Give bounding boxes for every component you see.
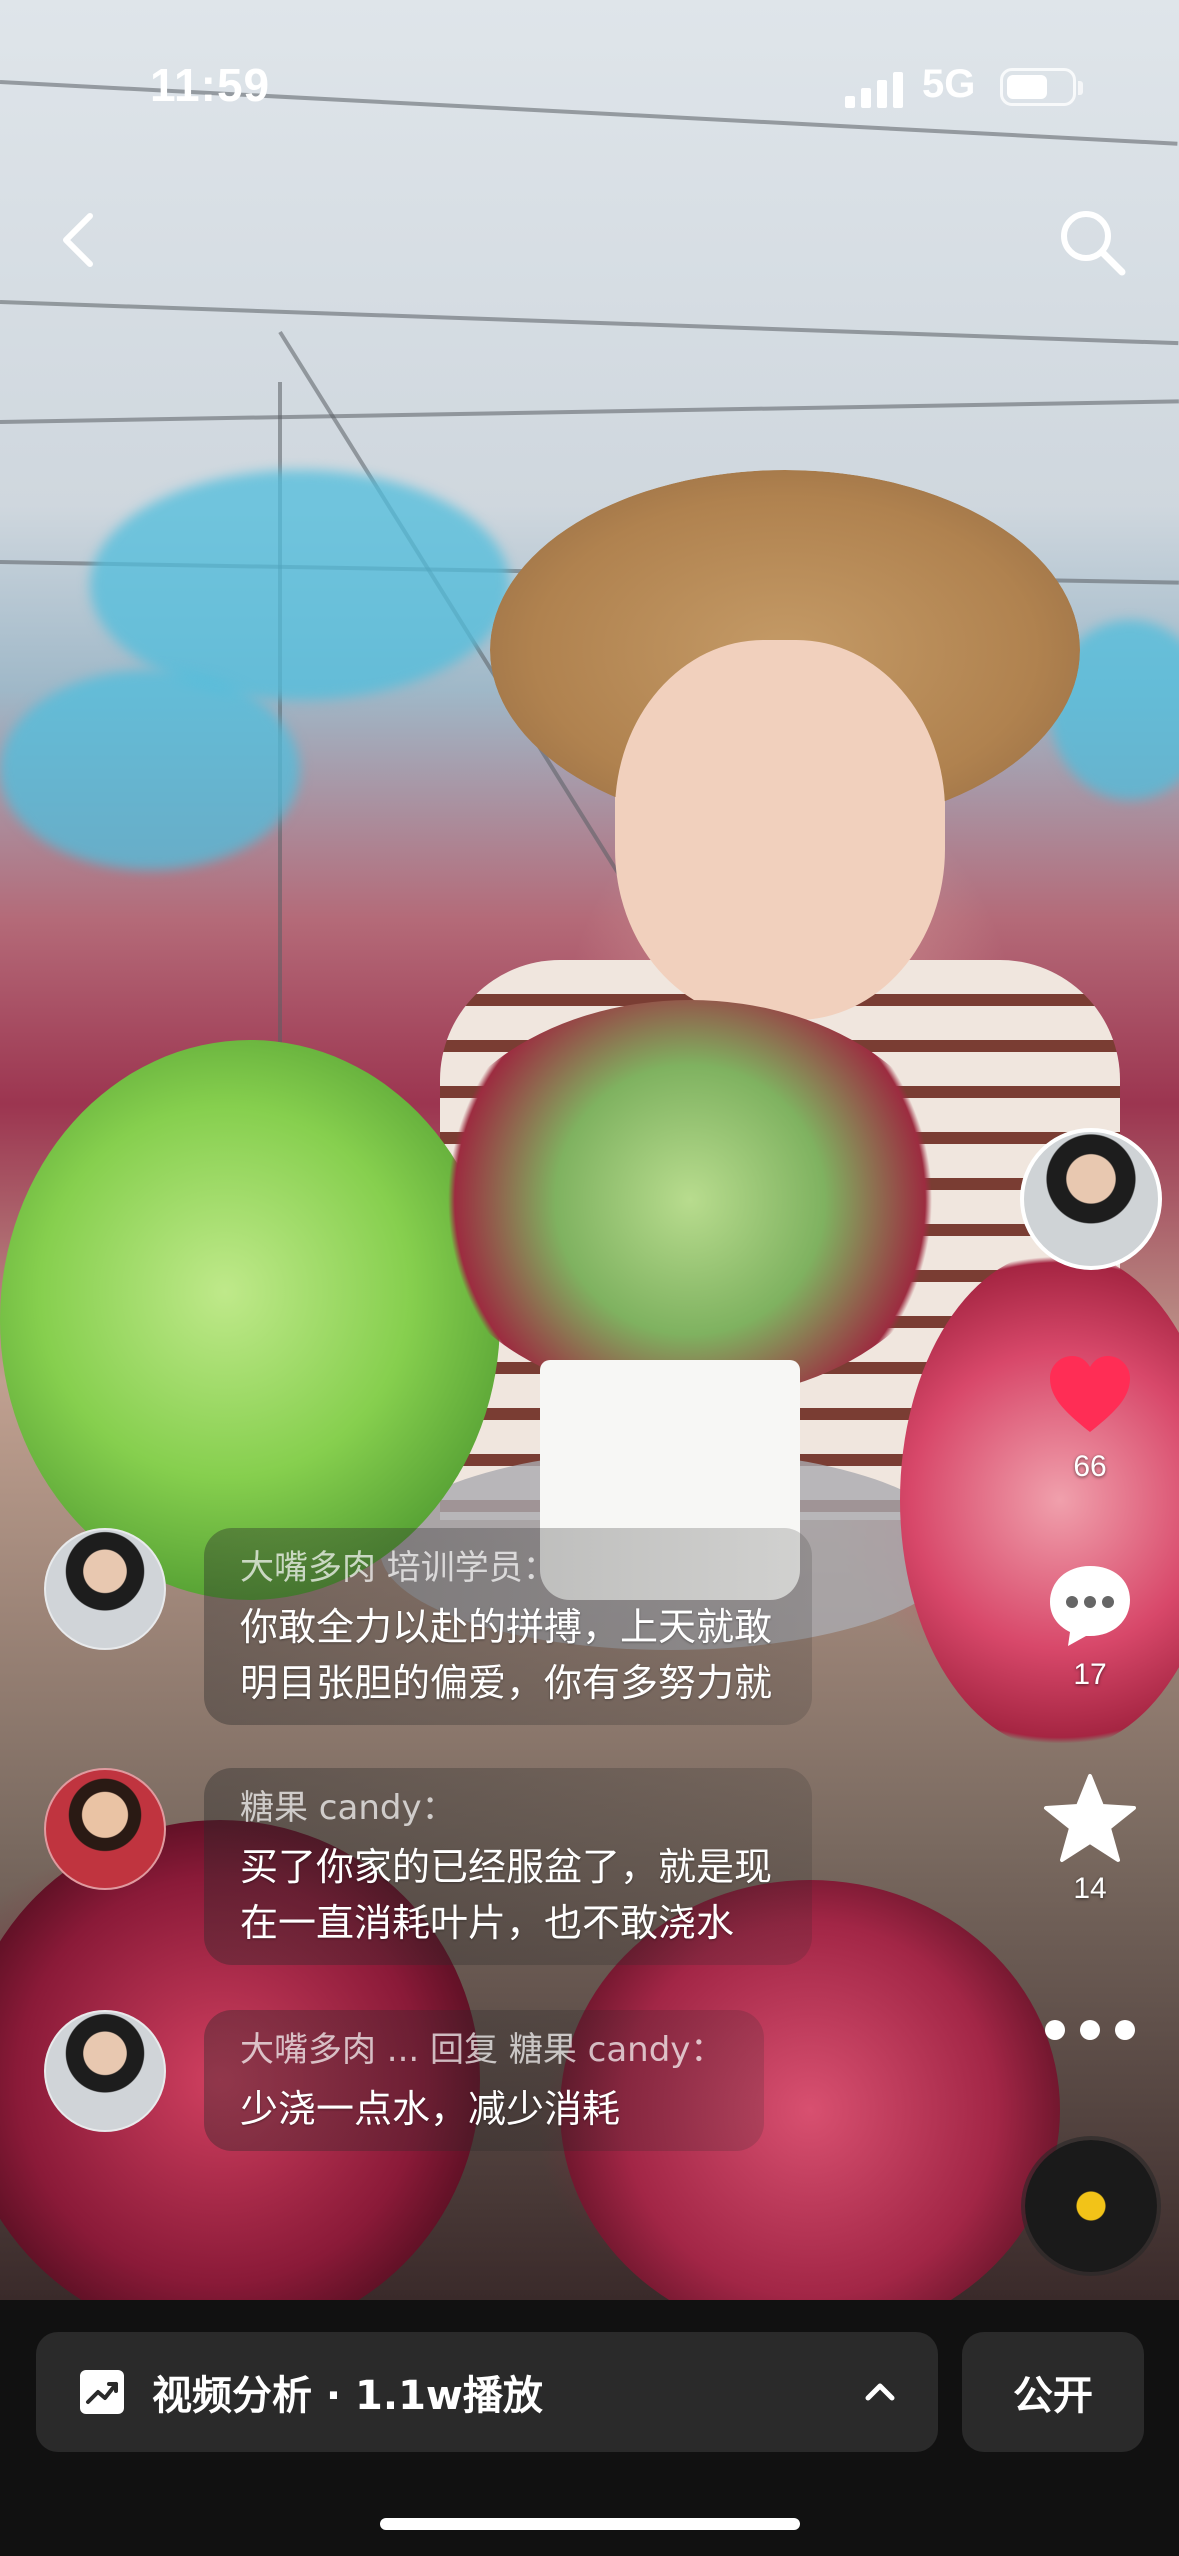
favorite-count: 14	[1073, 1872, 1107, 1905]
music-disc-icon[interactable]	[1025, 2140, 1157, 2272]
author-avatar[interactable]	[1020, 1128, 1162, 1270]
search-icon	[1061, 211, 1126, 276]
blue-net	[90, 470, 510, 700]
visibility-public-button[interactable]: 公开	[962, 2332, 1144, 2452]
comment-text: 你敢全力以赴的拼搏，上天就敢	[240, 1605, 773, 1649]
greenhouse-beam	[0, 300, 1179, 346]
red-green-succulent	[420, 1000, 960, 1400]
comment-avatar[interactable]	[44, 2010, 166, 2132]
bottom-bar: 视频分析 · 1.1w播放 公开	[0, 2300, 1179, 2556]
more-dots-icon[interactable]	[1045, 2010, 1135, 2050]
signal-icon	[845, 68, 903, 108]
video-analysis-button[interactable]: 视频分析 · 1.1w播放	[36, 2332, 938, 2452]
comment-bubble: 糖果 candy： 买了你家的已经服盆了，就是现 在一直消耗叶片，也不敢浇水	[204, 1768, 813, 1965]
comment-bubble: 大嘴多肉 培训学员： 你敢全力以赴的拼搏，上天就敢 明目张胆的偏爱，你有多努力就	[204, 1528, 813, 1725]
video-analysis-label: 视频分析 · 1.1w播放	[152, 2373, 543, 2419]
comment-avatar[interactable]	[44, 1528, 166, 1650]
blue-net	[0, 670, 300, 870]
comment-text: 买了你家的已经服盆了，就是现	[240, 1845, 773, 1889]
comment-count: 17	[1073, 1658, 1107, 1691]
comment-text: 少浇一点水，减少消耗	[240, 2087, 621, 2131]
favorite-button[interactable]: 14	[1030, 1770, 1150, 1906]
trend-chart-icon	[80, 2370, 124, 2414]
battery-icon	[1000, 68, 1083, 106]
comment-button[interactable]: 17	[1030, 1556, 1150, 1692]
comment-username[interactable]: 大嘴多肉 ... 回复 糖果 candy：	[240, 2022, 724, 2071]
search-button[interactable]	[1050, 200, 1134, 284]
home-indicator[interactable]	[380, 2518, 800, 2530]
comment-text: 在一直消耗叶片，也不敢浇水	[240, 1901, 735, 1945]
greenhouse-beam	[0, 399, 1179, 424]
chevron-up-icon[interactable]	[858, 2370, 902, 2414]
back-chevron-icon	[63, 213, 93, 267]
back-button[interactable]	[40, 200, 120, 280]
status-bar: 11:59 5G	[0, 0, 1179, 170]
network-type: 5G	[922, 62, 976, 106]
star-icon	[1044, 1774, 1136, 1862]
comment-bubble-icon	[1050, 1566, 1130, 1646]
heart-icon	[1050, 1356, 1130, 1432]
green-succulent	[0, 1040, 500, 1600]
comment-text: 明目张胆的偏爱，你有多努力就	[240, 1661, 773, 1705]
person-face-front	[615, 640, 945, 1020]
comment-avatar[interactable]	[44, 1768, 166, 1890]
status-time: 11:59	[150, 59, 271, 111]
like-button[interactable]: 66	[1030, 1348, 1150, 1484]
like-count: 66	[1073, 1450, 1107, 1483]
comment-username[interactable]: 糖果 candy：	[240, 1780, 772, 1829]
comment-username[interactable]: 大嘴多肉 培训学员：	[240, 1540, 772, 1589]
comment-bubble: 大嘴多肉 ... 回复 糖果 candy： 少浇一点水，减少消耗	[204, 2010, 765, 2151]
